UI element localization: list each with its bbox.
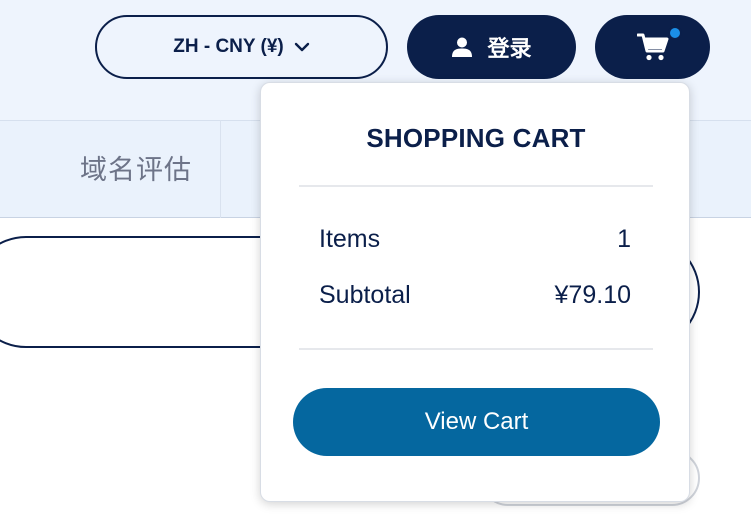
- login-button[interactable]: 登录: [407, 15, 576, 79]
- language-currency-label: ZH - CNY (¥): [173, 36, 284, 57]
- view-cart-button[interactable]: View Cart: [293, 388, 660, 456]
- page: ZH - CNY (¥) 登录 域名评估 SHOPPING CART Items…: [0, 0, 751, 518]
- items-count: 1: [617, 225, 631, 253]
- cart-subtotal-row: Subtotal ¥79.10: [319, 281, 631, 310]
- cart-button[interactable]: [595, 15, 710, 79]
- cart-dropdown-title: SHOPPING CART: [366, 123, 586, 153]
- user-icon: [452, 37, 473, 57]
- nav-divider: [220, 120, 221, 218]
- items-label: Items: [319, 225, 381, 253]
- cart-items-row: Items 1: [319, 225, 631, 254]
- shopping-cart-dropdown: SHOPPING CART Items 1 Subtotal ¥79.10 Vi…: [260, 82, 690, 502]
- subtotal-value: ¥79.10: [554, 281, 631, 309]
- divider: [299, 185, 653, 187]
- divider: [299, 348, 653, 350]
- cart-icon: [636, 33, 668, 61]
- cart-notification-dot: [668, 26, 682, 40]
- subtotal-label: Subtotal: [319, 281, 411, 309]
- language-currency-selector[interactable]: ZH - CNY (¥): [95, 15, 388, 79]
- nav-item-domain-appraisal[interactable]: 域名评估: [80, 148, 192, 187]
- login-label: 登录: [487, 36, 532, 61]
- chevron-down-icon: [294, 42, 309, 52]
